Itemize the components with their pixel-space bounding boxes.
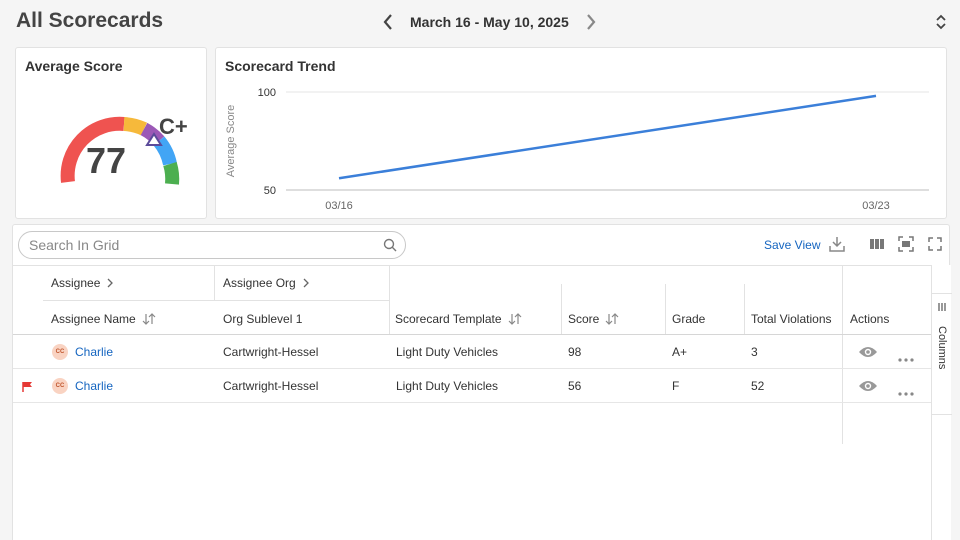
y-tick-label: 100 <box>258 87 276 99</box>
x-tick-label: 03/23 <box>862 200 890 212</box>
fullscreen-icon[interactable] <box>926 235 944 253</box>
column-header-assignee-name[interactable]: Assignee Name <box>51 312 156 326</box>
grade-cell: A+ <box>672 345 688 359</box>
columns-side-panel: Columns <box>931 265 952 540</box>
flag-icon[interactable] <box>22 380 33 398</box>
x-tick-label: 03/16 <box>325 200 353 212</box>
grade-cell: F <box>672 379 680 393</box>
chevron-left-icon[interactable] <box>380 12 396 32</box>
scorecards-grid-panel: Save View Assignee Assignee Org Assignee… <box>12 224 952 540</box>
group-header-assignee-label: Assignee <box>51 276 101 290</box>
score-cell: 56 <box>568 379 582 393</box>
column-header-score[interactable]: Score <box>568 312 619 326</box>
columns-tab-label: Columns <box>936 326 948 370</box>
download-icon[interactable] <box>828 235 846 253</box>
group-header-assignee-org[interactable]: Assignee Org <box>223 276 310 290</box>
table-row[interactable]: CC Charlie Cartwright-Hessel Light Duty … <box>13 335 931 369</box>
column-divider <box>561 284 562 334</box>
eye-icon[interactable] <box>858 345 878 364</box>
violations-cell: 3 <box>751 345 758 359</box>
y-axis-label: Average Score <box>225 105 237 178</box>
average-grade-value: C+ <box>159 114 188 139</box>
average-score-title: Average Score <box>25 58 123 74</box>
search-icon[interactable] <box>383 238 397 252</box>
grid-search <box>18 231 406 259</box>
scorecard-template-cell: Light Duty Vehicles <box>396 379 499 393</box>
scorecards-grid: Assignee Assignee Org Assignee Name Org … <box>13 265 931 540</box>
column-header-org-sublevel-label: Org Sublevel 1 <box>223 312 303 326</box>
sort-icon[interactable] <box>508 313 522 325</box>
column-header-grade-label: Grade <box>672 312 706 326</box>
series-line <box>338 94 877 180</box>
assignee-name-link[interactable]: Charlie <box>75 345 113 359</box>
group-header-assignee[interactable]: Assignee <box>51 276 114 290</box>
column-lines-icon <box>938 303 946 311</box>
table-row[interactable]: CC Charlie Cartwright-Hessel Light Duty … <box>13 369 931 403</box>
average-score-card: Average Score 77 C+ <box>15 47 207 219</box>
chevron-right-icon <box>303 278 309 288</box>
score-cell: 98 <box>568 345 582 359</box>
column-header-scorecard-template[interactable]: Scorecard Template <box>395 312 522 326</box>
scorecard-template-cell: Light Duty Vehicles <box>396 345 499 359</box>
date-navigator: March 16 - May 10, 2025 <box>380 12 599 32</box>
avatar: CC <box>52 378 68 394</box>
column-divider <box>665 284 666 334</box>
page-title: All Scorecards <box>16 9 164 32</box>
org-sublevel-cell: Cartwright-Hessel <box>223 379 319 393</box>
column-layout-icon[interactable] <box>868 235 886 253</box>
column-header-total-violations[interactable]: Total Violations <box>751 312 832 326</box>
eye-icon[interactable] <box>858 379 878 398</box>
more-options-icon[interactable] <box>898 349 914 367</box>
column-divider <box>214 266 215 300</box>
columns-tab[interactable]: Columns <box>932 293 952 415</box>
org-sublevel-cell: Cartwright-Hessel <box>223 345 319 359</box>
scorecard-trend-card: Scorecard Trend 100 50 Average Score 03/16 0… <box>215 47 947 219</box>
y-tick-label: 50 <box>264 185 276 197</box>
sort-icon[interactable] <box>142 313 156 325</box>
column-header-org-sublevel[interactable]: Org Sublevel 1 <box>223 312 302 326</box>
column-header-grade[interactable]: Grade <box>672 312 705 326</box>
column-header-assignee-name-label: Assignee Name <box>51 312 136 326</box>
group-header-divider <box>43 300 389 301</box>
sort-icon[interactable] <box>605 313 619 325</box>
fit-screen-icon[interactable] <box>897 235 915 253</box>
column-divider <box>744 284 745 334</box>
expand-collapse-icon[interactable] <box>934 12 948 32</box>
date-range-label[interactable]: March 16 - May 10, 2025 <box>404 14 575 30</box>
violations-cell: 52 <box>751 379 765 393</box>
page-header: All Scorecards March 16 - May 10, 2025 <box>0 0 960 44</box>
column-header-total-violations-label: Total Violations <box>751 312 832 326</box>
avatar: CC <box>52 344 68 360</box>
group-header-assignee-org-label: Assignee Org <box>223 276 296 290</box>
chevron-right-icon[interactable] <box>583 12 599 32</box>
column-header-scorecard-template-label: Scorecard Template <box>395 312 502 326</box>
search-input[interactable] <box>29 237 369 253</box>
more-options-icon[interactable] <box>898 383 914 401</box>
save-view-button[interactable]: Save View <box>764 238 820 252</box>
average-score-value: 77 <box>86 140 127 181</box>
trend-chart: 100 50 Average Score 03/16 03/23 <box>225 87 929 212</box>
column-divider <box>389 266 390 334</box>
assignee-name-link[interactable]: Charlie <box>75 379 113 393</box>
chevron-right-icon <box>107 278 114 288</box>
column-header-score-label: Score <box>568 312 600 326</box>
